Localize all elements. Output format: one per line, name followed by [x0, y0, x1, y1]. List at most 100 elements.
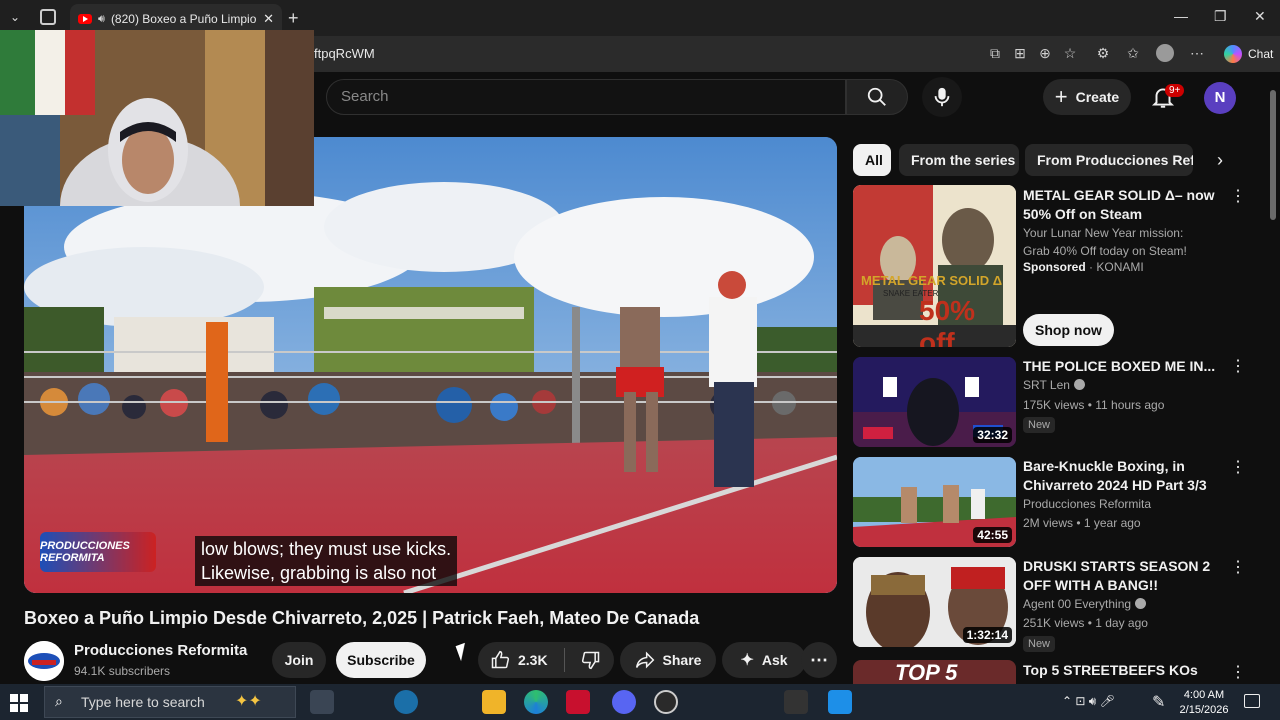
channel-avatar[interactable]: [24, 641, 64, 681]
notification-count-badge: 9+: [1165, 84, 1185, 97]
subtitle-caption: low blows; they must use kicks. Likewise…: [195, 536, 458, 586]
create-button[interactable]: + Create: [1043, 79, 1131, 115]
restore-icon[interactable]: ❐: [1214, 8, 1227, 25]
apps-icon[interactable]: ⊞: [1011, 44, 1029, 62]
ad-thumb-offer: 50% off: [919, 295, 976, 347]
favorite-star-icon[interactable]: ☆: [1061, 44, 1079, 62]
like-button[interactable]: 2.3K: [490, 650, 548, 670]
voice-search-button[interactable]: [922, 77, 962, 117]
rec-thumbnail-3[interactable]: 1:32:14: [853, 557, 1016, 647]
caption-line-2: Likewise, grabbing is also not: [201, 563, 437, 583]
task-view-icon[interactable]: [310, 690, 334, 714]
rec-thumbnail-1[interactable]: 32:32: [853, 357, 1016, 447]
zoom-icon[interactable]: ⊕: [1036, 44, 1054, 62]
close-window-icon[interactable]: ✕: [1254, 8, 1266, 25]
ask-button[interactable]: ✦ Ask: [722, 642, 806, 678]
divider: [563, 648, 565, 672]
subscriber-count: 94.1K subscribers: [74, 664, 171, 678]
tray-icons[interactable]: ⌃ ⊡ 🔊︎ 🎤︎: [1062, 694, 1115, 709]
share-arrow-icon: [635, 651, 654, 669]
search-button[interactable]: [846, 79, 908, 115]
favorites-icon[interactable]: ✩: [1124, 44, 1142, 62]
duration-badge: 1:32:14: [962, 627, 1012, 643]
new-tab-button[interactable]: +: [288, 8, 299, 29]
steam-icon[interactable]: [394, 690, 418, 714]
rec-channel-2[interactable]: Producciones Reformita: [1023, 497, 1151, 511]
more-menu-icon[interactable]: ⋯: [1188, 44, 1206, 62]
extension-icon[interactable]: ⚙: [1094, 44, 1112, 62]
channel-name: SRT Len: [1023, 378, 1070, 392]
mouse-cursor-icon: [455, 642, 471, 662]
file-explorer-icon[interactable]: [482, 690, 506, 714]
sparkle-icon: ✦: [740, 652, 754, 669]
verified-icon: [1135, 598, 1147, 609]
rec-title-4[interactable]: Top 5 STREETBEEFS KOs: [1023, 661, 1223, 680]
rec-title-3[interactable]: DRUSKI STARTS SEASON 2 OFF WITH A BANG!!: [1023, 557, 1223, 595]
clock-time: 4:00 AM: [1183, 689, 1225, 701]
rec-menu-icon-1[interactable]: ⋮: [1230, 358, 1246, 376]
taskbar-search-icon: ⌕: [55, 693, 63, 709]
discord-icon[interactable]: [612, 690, 636, 714]
new-badge: New: [1023, 636, 1056, 652]
search-input[interactable]: Search: [326, 79, 846, 115]
obs-icon[interactable]: [654, 690, 678, 714]
rec-menu-icon-4[interactable]: ⋮: [1230, 664, 1246, 682]
ask-label: Ask: [761, 652, 788, 668]
tab-list-chevron-icon[interactable]: ⌄: [10, 10, 24, 24]
ad-title[interactable]: METAL GEAR SOLID Δ– now 50% Off on Steam: [1023, 186, 1223, 224]
chip-from-the-series[interactable]: From the series: [899, 144, 1019, 176]
acrobat-icon[interactable]: [566, 690, 590, 714]
duration-badge: 32:32: [973, 427, 1012, 443]
epic-games-icon[interactable]: [784, 690, 808, 714]
webcam-overlay: [0, 30, 314, 206]
rec-title-2[interactable]: Bare-Knuckle Boxing, in Chivarreto 2024 …: [1023, 457, 1223, 495]
like-dislike-group: 2.3K: [478, 642, 614, 678]
more-actions-button[interactable]: ⋯: [801, 642, 837, 678]
ad-menu-icon[interactable]: ⋮: [1230, 188, 1246, 206]
url-text[interactable]: ftpqRcWM: [314, 46, 375, 61]
rec-thumbnail-4[interactable]: TOP 5: [853, 660, 1016, 684]
app-f-icon[interactable]: [828, 690, 852, 714]
edge-browser-icon[interactable]: [524, 690, 548, 714]
channel-name[interactable]: Producciones Reformita: [74, 642, 247, 659]
rec-channel-3[interactable]: Agent 00 Everything: [1023, 597, 1147, 611]
rec-menu-icon-3[interactable]: ⋮: [1230, 559, 1246, 577]
pen-icon[interactable]: ✎: [1152, 692, 1165, 712]
rec-menu-icon-2[interactable]: ⋮: [1230, 459, 1246, 477]
account-avatar[interactable]: N: [1204, 82, 1236, 114]
collections-icon[interactable]: [1156, 44, 1174, 62]
notification-center-icon[interactable]: [1244, 694, 1260, 708]
read-aloud-icon[interactable]: ⧉: [986, 44, 1004, 62]
minimize-icon[interactable]: —: [1174, 8, 1188, 24]
ad-description: Your Lunar New Year mission: Grab 40% Of…: [1023, 226, 1187, 258]
channel-watermark-logo: PRODUCCIONES REFORMITA: [40, 532, 156, 572]
scrollbar-thumb[interactable]: [1270, 90, 1276, 220]
chevron-right-icon[interactable]: ›: [1204, 144, 1236, 176]
join-label: Join: [284, 652, 314, 668]
copilot-icon: [1224, 45, 1242, 63]
microphone-icon: [934, 87, 950, 107]
ad-thumbnail[interactable]: METAL GEAR SOLID Δ SNAKE EATER 50% off: [853, 185, 1016, 347]
rec-channel-1[interactable]: SRT Len: [1023, 378, 1085, 392]
workspaces-icon[interactable]: [40, 9, 56, 25]
chip-from-producciones-reformita[interactable]: From Producciones Reformita: [1025, 144, 1193, 176]
taskbar-clock[interactable]: 4:00 AM 2/15/2026: [1176, 688, 1232, 718]
windows-start-icon[interactable]: [10, 694, 28, 712]
webcam-image: [0, 30, 314, 206]
chat-button[interactable]: Chat: [1216, 41, 1280, 67]
shop-now-button[interactable]: Shop now: [1023, 314, 1114, 346]
join-button[interactable]: Join: [272, 642, 326, 678]
rec-title-1[interactable]: THE POLICE BOXED ME IN...: [1023, 357, 1223, 376]
close-tab-icon[interactable]: ✕: [263, 11, 274, 27]
rec-meta-2: 2M views • 1 year ago: [1023, 516, 1141, 530]
rec-thumbnail-2[interactable]: 42:55: [853, 457, 1016, 547]
thumbs-down-icon[interactable]: [581, 650, 601, 670]
chip-all[interactable]: All: [853, 144, 891, 176]
verified-icon: [1073, 379, 1085, 390]
speaker-icon[interactable]: 🔊︎: [98, 13, 105, 26]
youtube-favicon-icon: [78, 14, 92, 24]
taskbar-search-box[interactable]: ⌕ Type here to search ✦✦: [44, 686, 296, 718]
subscribe-label: Subscribe: [347, 652, 415, 668]
subscribe-button[interactable]: Subscribe: [336, 642, 426, 678]
share-button[interactable]: Share: [620, 642, 716, 678]
